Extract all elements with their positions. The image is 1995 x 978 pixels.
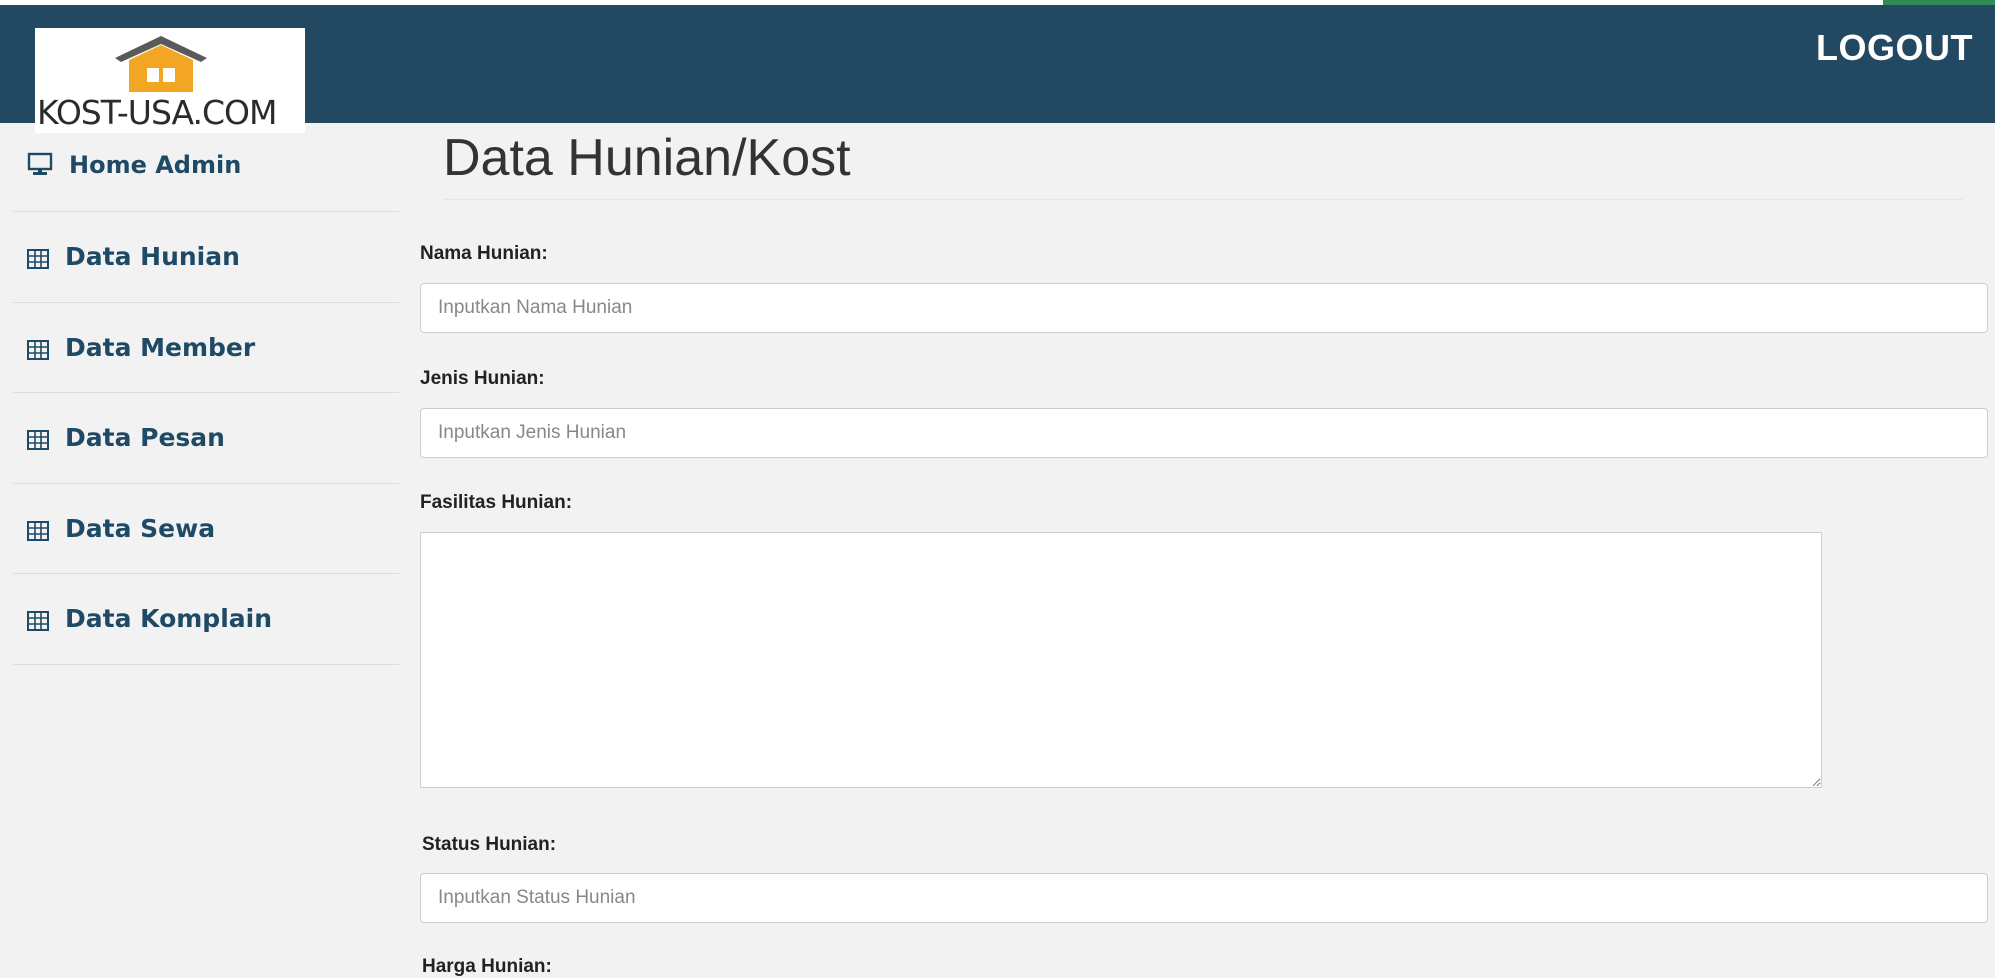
jenis-hunian-label: Jenis Hunian:	[420, 368, 545, 389]
jenis-hunian-input[interactable]	[420, 408, 1988, 458]
status-hunian-input[interactable]	[420, 873, 1988, 923]
harga-hunian-label: Harga Hunian:	[422, 956, 552, 977]
logo-text: KOST-USA.COM	[37, 93, 277, 132]
fasilitas-hunian-textarea[interactable]	[420, 532, 1822, 788]
table-icon	[27, 337, 49, 366]
sidebar: Home Admin Data Hunian Data Member Data …	[13, 123, 399, 665]
fasilitas-hunian-label: Fasilitas Hunian:	[420, 492, 573, 513]
table-icon	[27, 608, 49, 637]
sidebar-item-data-hunian[interactable]: Data Hunian	[13, 212, 399, 303]
sidebar-item-label: Data Member	[65, 333, 256, 362]
sidebar-item-label: Data Sewa	[65, 514, 216, 543]
sidebar-item-data-pesan[interactable]: Data Pesan	[13, 393, 399, 484]
sidebar-item-label: Data Pesan	[65, 423, 225, 452]
nama-hunian-label: Nama Hunian:	[420, 243, 548, 264]
sidebar-item-home-admin[interactable]: Home Admin	[13, 123, 399, 212]
monitor-icon	[27, 152, 53, 182]
nama-hunian-input[interactable]	[420, 283, 1988, 333]
table-icon	[27, 246, 49, 275]
sidebar-item-label: Data Komplain	[65, 604, 273, 633]
sidebar-item-label: Data Hunian	[65, 242, 240, 271]
sidebar-item-label: Home Admin	[69, 151, 242, 179]
title-divider	[443, 199, 1963, 200]
table-icon	[27, 427, 49, 456]
status-hunian-label: Status Hunian:	[422, 834, 557, 855]
site-logo[interactable]: KOST-USA.COM	[35, 28, 305, 133]
table-icon	[27, 518, 49, 547]
sidebar-item-data-member[interactable]: Data Member	[13, 303, 399, 393]
page-title: Data Hunian/Kost	[443, 129, 851, 187]
sidebar-item-data-komplain[interactable]: Data Komplain	[13, 574, 399, 665]
logout-button[interactable]: LOGOUT	[1816, 27, 1973, 69]
house-icon	[115, 36, 207, 92]
sidebar-item-data-sewa[interactable]: Data Sewa	[13, 484, 399, 574]
